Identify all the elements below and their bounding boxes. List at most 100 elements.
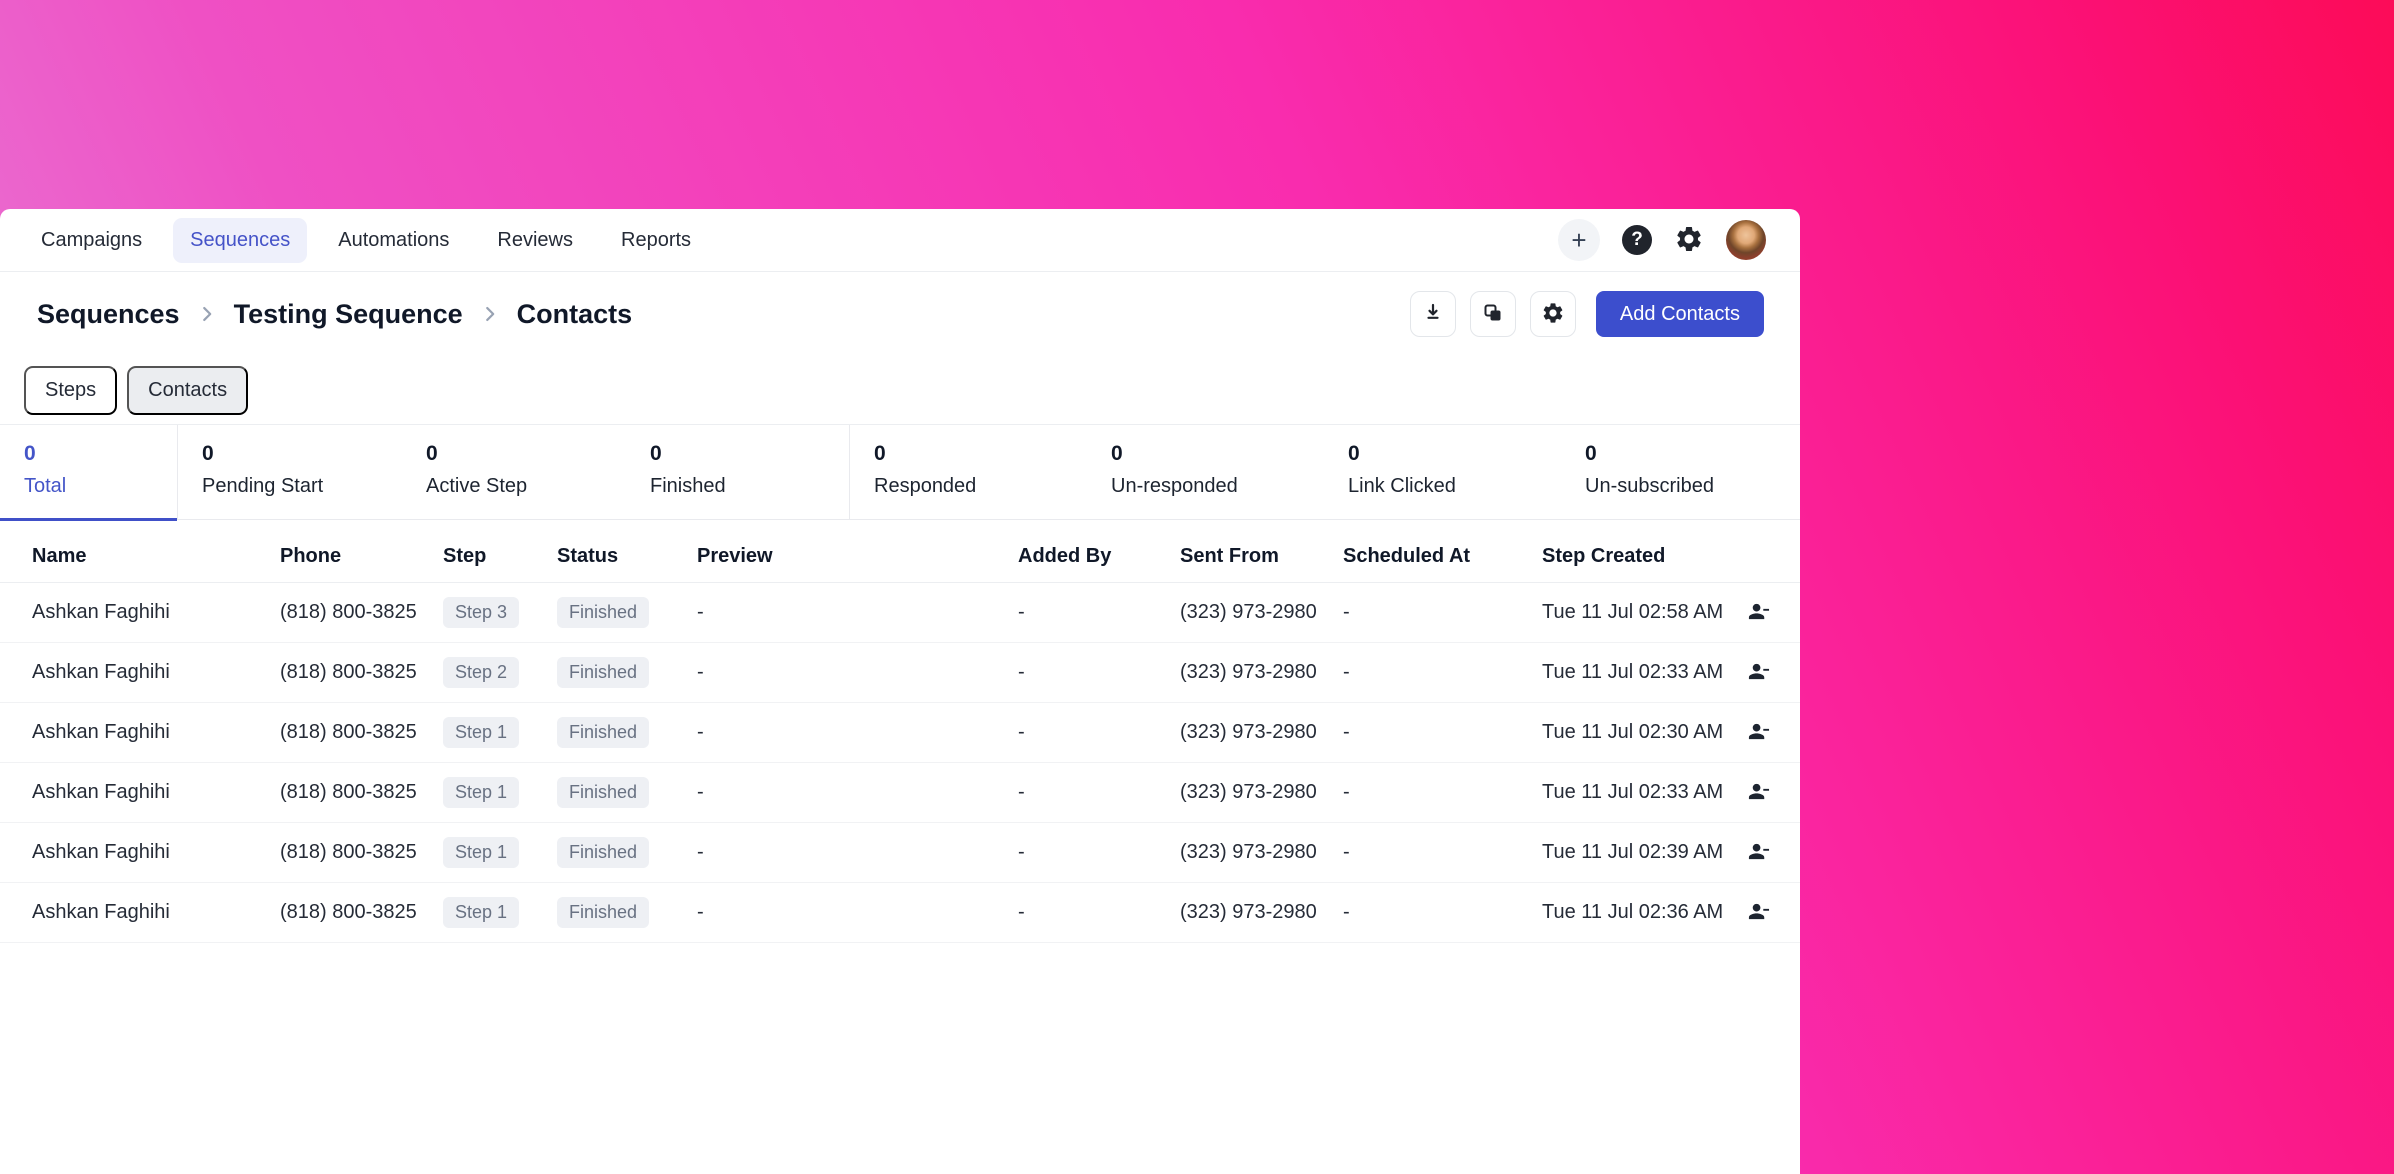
nav-item-sequences[interactable]: Sequences xyxy=(173,217,308,263)
stat-un-subscribed[interactable]: 0 Un-subscribed xyxy=(1561,425,1798,519)
remove-contact-button[interactable] xyxy=(1747,720,1770,746)
topnav-right: + ? xyxy=(1558,219,1780,261)
breadcrumb-item[interactable]: Sequences xyxy=(37,299,180,330)
status-badge: Finished xyxy=(557,717,650,748)
breadcrumb-item[interactable]: Testing Sequence xyxy=(234,299,463,330)
table-header-row: Name Phone Step Status Preview Added By Sent F… xyxy=(0,530,1800,583)
stat-total[interactable]: 0 Total xyxy=(0,425,178,521)
column-header: Name xyxy=(32,544,87,567)
stat-label: Total xyxy=(24,475,67,497)
table-row[interactable]: Ashkan Faghihi (818) 800-3825 Step 3 Fin… xyxy=(0,583,1800,643)
column-header: Step Created xyxy=(1542,544,1666,567)
sequence-settings-button[interactable] xyxy=(1529,291,1576,337)
remove-contact-button[interactable] xyxy=(1747,840,1770,866)
cell-preview: - xyxy=(697,781,704,803)
step-badge: Step 1 xyxy=(443,837,520,868)
person-remove-icon xyxy=(1747,600,1770,626)
person-remove-icon xyxy=(1747,720,1770,746)
column-header: Status xyxy=(557,544,619,567)
cell-step-created: Tue 11 Jul 02:30 AM xyxy=(1542,721,1724,743)
stat-label: Active Step xyxy=(426,475,528,497)
table-row[interactable]: Ashkan Faghihi (818) 800-3825 Step 2 Fin… xyxy=(0,643,1800,703)
nav-item-automations[interactable]: Automations xyxy=(321,218,466,263)
cell-scheduled-at: - xyxy=(1343,601,1350,623)
column-header: Phone xyxy=(280,544,342,567)
cell-step: Step 1 xyxy=(443,777,557,808)
cell-step-created: Tue 11 Jul 02:33 AM xyxy=(1542,661,1724,683)
cell-status: Finished xyxy=(557,717,697,748)
cell-status: Finished xyxy=(557,657,697,688)
nav-item-campaigns[interactable]: Campaigns xyxy=(24,218,159,263)
cell-preview: - xyxy=(697,601,704,623)
cell-phone: (818) 800-3825 xyxy=(280,901,417,923)
cell-phone: (818) 800-3825 xyxy=(280,661,417,683)
stat-value: 0 xyxy=(202,442,214,465)
breadcrumb-item[interactable]: Contacts xyxy=(517,299,633,330)
table-row[interactable]: Ashkan Faghihi (818) 800-3825 Step 1 Fin… xyxy=(0,823,1800,883)
add-new-button[interactable]: + xyxy=(1558,219,1600,261)
tab-bar: Steps Contacts xyxy=(0,356,1800,425)
remove-contact-button[interactable] xyxy=(1747,900,1770,926)
stat-link-clicked[interactable]: 0 Link Clicked xyxy=(1324,425,1561,519)
status-badge: Finished xyxy=(557,837,650,868)
column-header: Preview xyxy=(697,544,773,567)
cell-name: Ashkan Faghihi xyxy=(32,661,170,683)
cell-phone: (818) 800-3825 xyxy=(280,721,417,743)
settings-button[interactable] xyxy=(1674,224,1704,257)
remove-contact-button[interactable] xyxy=(1747,660,1770,686)
cell-sent-from: (323) 973-2980 xyxy=(1180,721,1317,743)
table-row[interactable]: Ashkan Faghihi (818) 800-3825 Step 1 Fin… xyxy=(0,763,1800,823)
cell-step: Step 1 xyxy=(443,897,557,928)
cell-name: Ashkan Faghihi xyxy=(32,601,170,623)
tab-contacts[interactable]: Contacts xyxy=(127,365,249,415)
cell-step-created: Tue 11 Jul 02:58 AM xyxy=(1542,601,1724,623)
cell-added-by: - xyxy=(1018,781,1025,803)
stat-active-step[interactable]: 0 Active Step xyxy=(402,425,626,519)
tab-steps[interactable]: Steps xyxy=(24,365,118,415)
gear-icon xyxy=(1541,301,1565,328)
stat-value: 0 xyxy=(1348,442,1360,465)
stat-finished[interactable]: 0 Finished xyxy=(626,425,850,519)
stat-label: Un-subscribed xyxy=(1585,475,1714,497)
cell-preview: - xyxy=(697,721,704,743)
cell-name: Ashkan Faghihi xyxy=(32,721,170,743)
remove-contact-button[interactable] xyxy=(1747,780,1770,806)
cell-added-by: - xyxy=(1018,901,1025,923)
person-remove-icon xyxy=(1747,840,1770,866)
cell-scheduled-at: - xyxy=(1343,721,1350,743)
status-badge: Finished xyxy=(557,657,650,688)
copy-button[interactable] xyxy=(1469,291,1516,337)
question-mark-icon: ? xyxy=(1631,229,1643,250)
cell-phone: (818) 800-3825 xyxy=(280,781,417,803)
column-header: Scheduled At xyxy=(1343,544,1471,567)
step-badge: Step 1 xyxy=(443,717,520,748)
cell-name: Ashkan Faghihi xyxy=(32,901,170,923)
cell-status: Finished xyxy=(557,837,697,868)
person-remove-icon xyxy=(1747,900,1770,926)
table-row[interactable]: Ashkan Faghihi (818) 800-3825 Step 1 Fin… xyxy=(0,703,1800,763)
help-button[interactable]: ? xyxy=(1622,225,1652,255)
cell-step: Step 2 xyxy=(443,657,557,688)
status-badge: Finished xyxy=(557,597,650,628)
nav-item-reports[interactable]: Reports xyxy=(604,218,708,263)
status-badge: Finished xyxy=(557,777,650,808)
stat-responded[interactable]: 0 Responded xyxy=(850,425,1087,519)
table-row[interactable]: Ashkan Faghihi (818) 800-3825 Step 1 Fin… xyxy=(0,883,1800,943)
column-header: Added By xyxy=(1018,544,1112,567)
header-actions: Add Contacts xyxy=(1409,291,1764,337)
remove-contact-button[interactable] xyxy=(1747,600,1770,626)
nav-item-reviews[interactable]: Reviews xyxy=(480,218,590,263)
column-header: Step xyxy=(443,544,487,567)
stat-un-responded[interactable]: 0 Un-responded xyxy=(1087,425,1324,519)
stat-label: Finished xyxy=(650,475,726,497)
person-remove-icon xyxy=(1747,780,1770,806)
stat-pending-start[interactable]: 0 Pending Start xyxy=(178,425,402,519)
nav-list: Campaigns Sequences Automations Reviews Repo… xyxy=(24,217,708,263)
cell-sent-from: (323) 973-2980 xyxy=(1180,841,1317,863)
download-button[interactable] xyxy=(1409,291,1456,337)
user-avatar[interactable] xyxy=(1726,220,1766,260)
app-window: Campaigns Sequences Automations Reviews Repo… xyxy=(0,209,1800,1174)
add-contacts-button[interactable]: Add Contacts xyxy=(1595,291,1764,337)
chevron-right-icon xyxy=(479,303,501,325)
person-remove-icon xyxy=(1747,660,1770,686)
